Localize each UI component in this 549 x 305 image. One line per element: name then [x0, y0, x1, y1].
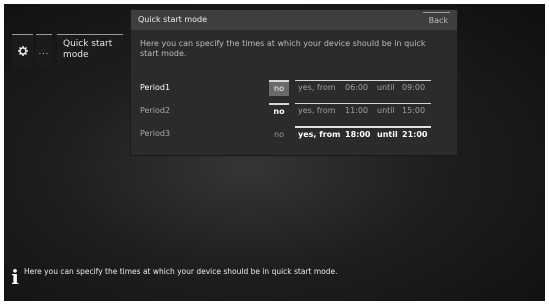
period2-to-time[interactable]: 15:00 — [402, 104, 425, 118]
info-text: Here you can specify the times at which … — [24, 267, 338, 276]
period3-yes-option[interactable]: yes, from 18:00 until 21:00 — [295, 126, 431, 142]
dialog-title: Quick start mode — [138, 15, 208, 24]
until-label: until — [377, 130, 398, 139]
breadcrumb-dots: ... — [38, 46, 50, 56]
until-label: until — [377, 106, 395, 115]
period-label: Period3 — [140, 129, 171, 138]
period1-to-time[interactable]: 09:00 — [402, 81, 425, 95]
period1-no-option[interactable]: no — [269, 80, 289, 96]
dialog-description: Here you can specify the times at which … — [140, 39, 426, 58]
period-row-2: Period2 no yes, from 11:00 until 15:00 — [131, 103, 457, 121]
breadcrumb-label: Quick start mode — [63, 39, 113, 60]
yes-from-label: yes, from — [298, 130, 341, 139]
yes-from-label: yes, from — [298, 106, 336, 115]
quick-start-dialog: Quick start mode Back Here you can speci… — [131, 10, 457, 155]
period2-yes-option[interactable]: yes, from 11:00 until 15:00 — [295, 103, 431, 119]
period3-to-time[interactable]: 21:00 — [402, 128, 427, 142]
yes-from-label: yes, from — [298, 83, 336, 92]
period2-no-option[interactable]: no — [269, 103, 289, 119]
period-row-1: Period1 no yes, from 06:00 until 09:00 — [131, 80, 457, 98]
back-button[interactable]: Back — [422, 12, 450, 28]
period1-yes-option[interactable]: yes, from 06:00 until 09:00 — [295, 80, 431, 96]
info-icon: i — [11, 265, 19, 289]
until-label: until — [377, 83, 395, 92]
breadcrumb-quick-start[interactable]: Quick start mode — [57, 34, 123, 66]
period3-no-option[interactable]: no — [269, 126, 289, 142]
period2-from-time[interactable]: 11:00 — [345, 104, 368, 118]
period-row-3: Period3 no yes, from 18:00 until 21:00 — [131, 126, 457, 144]
settings-tile[interactable] — [12, 34, 33, 67]
period3-from-time[interactable]: 18:00 — [345, 128, 370, 142]
gear-icon — [17, 46, 28, 56]
breadcrumb-more[interactable]: ... — [36, 34, 52, 67]
period-label: Period1 — [140, 83, 171, 92]
tv-menu-screen: ... Quick start mode Quick start mode Ba… — [4, 4, 545, 301]
info-bar: i Here you can specify the times at whic… — [9, 262, 529, 292]
period-label: Period2 — [140, 106, 171, 115]
dialog-header: Quick start mode Back — [131, 10, 457, 30]
period1-from-time[interactable]: 06:00 — [345, 81, 368, 95]
